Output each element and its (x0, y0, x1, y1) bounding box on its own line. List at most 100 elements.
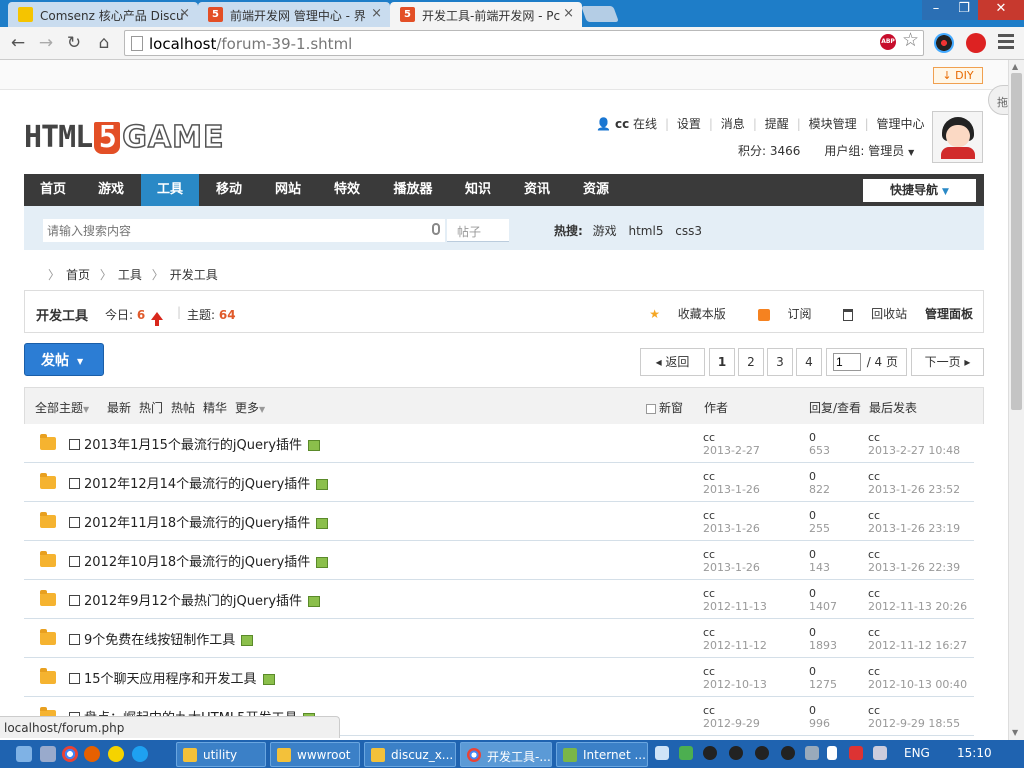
site-logo[interactable]: HTML 5 GAME (24, 119, 224, 160)
last-time[interactable]: 2012-11-13 20:26 (868, 600, 967, 613)
scroll-down-icon[interactable]: ▼ (1012, 728, 1018, 737)
last-time[interactable]: 2013-2-27 10:48 (868, 444, 960, 457)
thread-title-text[interactable]: 2012年10月18个最流行的jQuery插件 (84, 555, 310, 570)
chrome-icon[interactable] (62, 746, 78, 762)
browser-tab[interactable]: 5 前端开发网 管理中心 - 界 × (198, 2, 390, 27)
messages-link[interactable]: 消息 (721, 117, 745, 131)
new-tab-button[interactable] (581, 6, 619, 22)
filter-more[interactable]: 更多▼ (235, 399, 265, 416)
author-name[interactable]: cc (703, 548, 715, 561)
extension-camera-icon[interactable] (934, 33, 954, 53)
new-window-checkbox[interactable] (646, 403, 656, 414)
input-language[interactable]: ENG (904, 746, 930, 760)
thread-title-text[interactable]: 2012年12月14个最流行的jQuery插件 (84, 477, 310, 492)
favorite-forum-button[interactable]: ★ 收藏本版 (635, 307, 726, 321)
module-admin-link[interactable]: 模块管理 (809, 117, 857, 131)
filter-hot[interactable]: 热门 (139, 399, 163, 416)
checkbox[interactable] (69, 439, 80, 450)
filter-hot-posts[interactable]: 热帖 (171, 399, 195, 416)
qq-icon[interactable] (755, 746, 769, 760)
address-bar[interactable]: localhost/forum-39-1.shtml (124, 30, 924, 56)
recycle-bin-button[interactable]: 回收站 (829, 307, 907, 321)
drag-tip[interactable]: 拖拽 (988, 85, 1008, 115)
last-user[interactable]: cc (868, 470, 880, 483)
tray-app-icon[interactable] (655, 746, 669, 760)
online-status[interactable]: 在线 (633, 117, 657, 131)
microphone-icon[interactable] (432, 223, 440, 235)
last-time[interactable]: 2013-1-26 23:52 (868, 483, 960, 496)
thread-title[interactable]: 9个免费在线按钮制作工具 (69, 629, 254, 648)
last-user[interactable]: cc (868, 431, 880, 444)
last-user[interactable]: cc (868, 548, 880, 561)
nav-item-mobile[interactable]: 移动 (200, 174, 258, 206)
author-name[interactable]: cc (703, 470, 715, 483)
forward-arrow-icon[interactable]: → (36, 33, 56, 53)
author-name[interactable]: cc (703, 626, 715, 639)
nav-item-tools[interactable]: 工具 (141, 174, 199, 206)
thread-title-text[interactable]: 2013年1月15个最流行的jQuery插件 (84, 438, 302, 453)
admin-panel-button[interactable]: 管理面板 (925, 307, 973, 321)
points-text[interactable]: 积分: 3466 (738, 144, 800, 158)
avatar[interactable] (932, 111, 983, 163)
thread-title[interactable]: 2012年12月14个最流行的jQuery插件 (69, 473, 329, 492)
new-post-button[interactable]: 发帖 ▼ (24, 343, 104, 376)
qq-icon[interactable] (703, 746, 717, 760)
thread-title[interactable]: 2012年9月12个最热门的jQuery插件 (69, 590, 321, 609)
new-window-toggle[interactable]: 新窗 (646, 399, 683, 416)
bookmark-star-icon[interactable]: ☆ (902, 29, 919, 51)
last-user[interactable]: cc (868, 509, 880, 522)
page-button-3[interactable]: 3 (767, 348, 793, 376)
browser-tab[interactable]: Comsenz 核心产品 Discu × (8, 2, 198, 27)
author-name[interactable]: cc (703, 587, 715, 600)
nav-item-knowledge[interactable]: 知识 (449, 174, 507, 206)
author-name[interactable]: cc (703, 431, 715, 444)
filter-latest[interactable]: 最新 (107, 399, 131, 416)
page-button-1[interactable]: 1 (709, 348, 735, 376)
taskbar-item[interactable]: wwwroot (270, 742, 360, 767)
nav-item-websites[interactable]: 网站 (259, 174, 317, 206)
checkbox[interactable] (69, 673, 80, 684)
tab-close-icon[interactable]: × (563, 6, 574, 21)
qq-icon[interactable] (729, 746, 743, 760)
usergroup-text[interactable]: 用户组: 管理员 (824, 144, 904, 158)
thread-title[interactable]: 15个聊天应用程序和开发工具 (69, 668, 275, 687)
taskbar-item[interactable]: utility (176, 742, 266, 767)
tray-plus-icon[interactable] (679, 746, 693, 760)
minimize-icon[interactable]: – (922, 0, 950, 20)
adblock-plus-icon[interactable]: ABP (880, 34, 896, 50)
back-arrow-icon[interactable]: ← (8, 33, 28, 53)
author-name[interactable]: cc (703, 509, 715, 522)
window-close-icon[interactable]: ✕ (978, 0, 1024, 20)
firefox-icon[interactable] (84, 746, 100, 762)
hot-term[interactable]: css3 (675, 224, 702, 238)
thread-title-text[interactable]: 2012年11月18个最流行的jQuery插件 (84, 516, 310, 531)
last-time[interactable]: 2013-1-26 23:19 (868, 522, 960, 535)
last-user[interactable]: cc (868, 626, 880, 639)
last-time[interactable]: 2012-10-13 00:40 (868, 678, 967, 691)
quick-nav-button[interactable]: 快捷导航 ▼ (863, 179, 976, 202)
author-name[interactable]: cc (703, 704, 715, 717)
thread-title[interactable]: 2013年1月15个最流行的jQuery插件 (69, 434, 321, 453)
internet-explorer-icon[interactable] (132, 746, 148, 762)
checkbox[interactable] (69, 556, 80, 567)
checkbox[interactable] (69, 634, 80, 645)
volume-icon[interactable] (873, 746, 887, 760)
screen-icon[interactable] (40, 746, 56, 762)
notices-link[interactable]: 提醒 (765, 117, 789, 131)
checkbox[interactable] (69, 517, 80, 528)
browser-tab-active[interactable]: 5 开发工具-前端开发网 - Pc × (390, 2, 582, 27)
last-time[interactable]: 2013-1-26 22:39 (868, 561, 960, 574)
tab-close-icon[interactable]: × (371, 6, 382, 21)
diy-button[interactable]: ↓ DIY (933, 67, 983, 84)
breadcrumb-current[interactable]: 开发工具 (170, 268, 218, 282)
taskbar-item[interactable]: Internet ... (556, 742, 648, 767)
browser-menu-icon[interactable] (998, 34, 1014, 52)
nav-item-home[interactable]: 首页 (24, 174, 82, 206)
search-input[interactable] (43, 219, 445, 242)
admin-center-link[interactable]: 管理中心 (876, 117, 924, 131)
taskbar-item-active[interactable]: 开发工具-... (460, 742, 552, 767)
clock[interactable]: 15:10 (957, 746, 992, 760)
filter-all[interactable]: 全部主题▼ (35, 399, 89, 416)
nav-item-resources[interactable]: 资源 (567, 174, 625, 206)
page-button-2[interactable]: 2 (738, 348, 764, 376)
